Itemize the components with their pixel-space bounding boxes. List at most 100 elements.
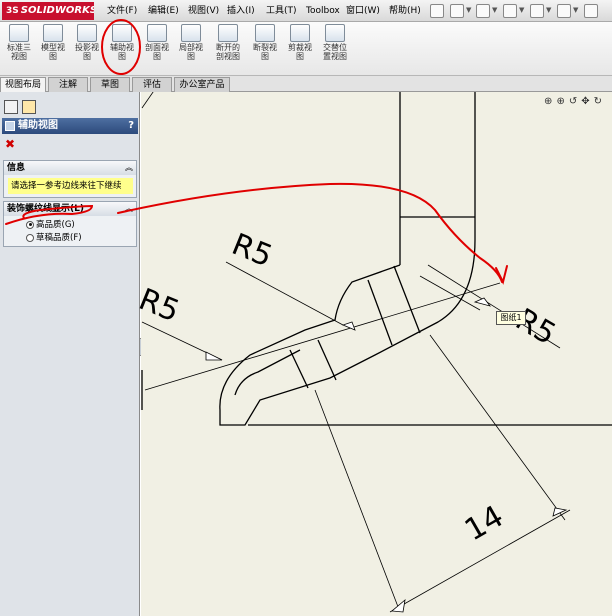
- auxiliary-view-button[interactable]: 辅助视 图: [105, 24, 139, 74]
- crop-view-button[interactable]: 剪裁视 图: [283, 24, 317, 74]
- auxiliary-view-icon: [5, 121, 15, 131]
- command-manager-toolbar: 标准三 视图 模型视 图 投影视 图 辅助视 图 剖面视 图 局部视 图 断开的…: [0, 22, 612, 76]
- chevron-down-icon[interactable]: ▼: [546, 6, 551, 14]
- alternate-position-view-icon: [325, 24, 345, 42]
- part-edge: [317, 339, 337, 381]
- menu-edit[interactable]: 编辑(E): [148, 4, 179, 18]
- select-icon[interactable]: [584, 4, 598, 18]
- model-view-icon: [43, 24, 63, 42]
- broken-out-section-icon: [218, 24, 238, 42]
- info-group: 信息 ︽ 请选择一参考边线来往下继续: [3, 160, 137, 198]
- arrowhead: [552, 507, 568, 517]
- cosmetic-thread-display-group: 装饰螺纹线显示(L) ︽ 高品质(G) 草稿品质(F): [3, 201, 137, 247]
- arrowhead: [473, 297, 492, 307]
- info-message: 请选择一参考边线来往下继续: [8, 178, 133, 194]
- extension-line: [314, 389, 401, 613]
- property-manager-title: 辅助视图 ?: [2, 118, 138, 134]
- new-document-icon[interactable]: [450, 4, 464, 18]
- crop-view-icon: [290, 24, 310, 42]
- part-edge: [289, 349, 309, 389]
- menu-bar: 3S SOLIDWORKS 文件(F) 编辑(E) 视图(V) 插入(I) 工具(…: [0, 0, 612, 22]
- button-label: 剖面视 图: [145, 43, 169, 61]
- part-inner-edge: [234, 349, 301, 396]
- draft-quality-radio[interactable]: 草稿品质(F): [26, 233, 82, 244]
- extension-line: [429, 334, 566, 521]
- part-edge: [367, 279, 393, 346]
- menu-toolbox[interactable]: Toolbox: [306, 4, 340, 18]
- panel-title: 辅助视图: [18, 120, 58, 131]
- menu-file[interactable]: 文件(F): [107, 4, 137, 18]
- cosmetic-thread-group-header[interactable]: 装饰螺纹线显示(L) ︽: [4, 202, 136, 216]
- projected-view-icon: [77, 24, 97, 42]
- close-icon[interactable]: ✖: [5, 137, 15, 151]
- command-tabs: 视图布局 注解 草图 评估 办公室产品: [0, 76, 612, 92]
- auxiliary-view-icon: [112, 24, 132, 42]
- feature-manager-tab-icon[interactable]: [4, 100, 18, 114]
- collapse-icon[interactable]: ︽: [125, 161, 133, 175]
- tab-sketch[interactable]: 草图: [90, 77, 130, 92]
- tab-evaluate[interactable]: 评估: [132, 77, 172, 92]
- standard-views-button[interactable]: 标准三 视图: [2, 24, 36, 74]
- detail-view-button[interactable]: 局部视 图: [175, 24, 207, 74]
- menu-window[interactable]: 窗口(W): [346, 4, 380, 18]
- ds-logo-icon: 3S: [6, 6, 19, 16]
- button-label: 标准三 视图: [7, 43, 31, 61]
- alternate-position-view-button[interactable]: 交替位 置视图: [317, 24, 353, 74]
- standard-views-icon: [9, 24, 29, 42]
- chevron-down-icon[interactable]: ▼: [519, 6, 524, 14]
- menu-insert[interactable]: 插入(I): [227, 4, 255, 18]
- tab-office-products[interactable]: 办公室产品: [174, 77, 230, 92]
- open-document-icon[interactable]: [476, 4, 490, 18]
- detail-view-icon: [181, 24, 201, 42]
- print-icon[interactable]: [530, 4, 544, 18]
- break-view-button[interactable]: 断裂视 图: [248, 24, 282, 74]
- group-header-label: 信息: [7, 163, 26, 173]
- menu-help[interactable]: 帮助(H): [389, 4, 421, 18]
- button-label: 交替位 置视图: [323, 43, 347, 61]
- high-quality-radio[interactable]: 高品质(G): [26, 220, 75, 231]
- radio-unselected-icon[interactable]: [26, 233, 34, 242]
- model-view-button[interactable]: 模型视 图: [37, 24, 69, 74]
- button-label: 辅助视 图: [110, 43, 134, 61]
- button-label: 投影视 图: [75, 43, 99, 61]
- broken-out-section-button[interactable]: 断开的 剖视图: [210, 24, 246, 74]
- pin-icon[interactable]: [430, 4, 444, 18]
- help-icon[interactable]: ?: [128, 118, 134, 134]
- chevron-down-icon[interactable]: ▼: [573, 6, 578, 14]
- button-label: 局部视 图: [179, 43, 203, 61]
- button-label: 断开的 剖视图: [216, 43, 240, 61]
- section-view-button[interactable]: 剖面视 图: [141, 24, 173, 74]
- extension-line: [144, 282, 501, 391]
- info-group-header[interactable]: 信息 ︽: [4, 161, 136, 175]
- sheet-tooltip: 图纸1: [496, 311, 526, 325]
- button-label: 模型视 图: [41, 43, 65, 61]
- menu-tools[interactable]: 工具(T): [266, 4, 297, 18]
- radio-selected-icon[interactable]: [26, 220, 34, 229]
- group-header-label: 装饰螺纹线显示(L): [7, 204, 84, 214]
- property-manager-panel: 辅助视图 ? ✖ 信息 ︽ 请选择一参考边线来往下继续 装饰螺纹线显示(L) ︽…: [0, 92, 140, 616]
- leader-line: [225, 261, 344, 326]
- centerline: [419, 275, 481, 311]
- drawing-sheet[interactable]: ⊕⊕↺✥↻ R5 R5 R5 14: [134, 92, 612, 616]
- projected-view-button[interactable]: 投影视 图: [71, 24, 103, 74]
- menu-view[interactable]: 视图(V): [188, 4, 219, 18]
- tab-annotation[interactable]: 注解: [48, 77, 88, 92]
- property-manager-tab-icon[interactable]: [22, 100, 36, 114]
- solidworks-logo[interactable]: 3S SOLIDWORKS: [2, 2, 94, 20]
- button-label: 剪裁视 图: [288, 43, 312, 61]
- section-view-icon: [147, 24, 167, 42]
- drawing-geometry: [141, 92, 612, 613]
- arrowhead: [205, 351, 223, 361]
- collapse-icon[interactable]: ︽: [125, 202, 133, 216]
- tab-view-layout[interactable]: 视图布局: [0, 77, 46, 92]
- button-label: 断裂视 图: [253, 43, 277, 61]
- chevron-down-icon[interactable]: ▼: [466, 6, 471, 14]
- part-edge: [141, 92, 154, 109]
- break-view-icon: [255, 24, 275, 42]
- chevron-down-icon[interactable]: ▼: [492, 6, 497, 14]
- radio-label: 高品质(G): [36, 220, 75, 230]
- arrowhead: [391, 598, 406, 613]
- undo-icon[interactable]: [557, 4, 571, 18]
- logo-text: SOLIDWORKS: [20, 5, 94, 16]
- save-icon[interactable]: [503, 4, 517, 18]
